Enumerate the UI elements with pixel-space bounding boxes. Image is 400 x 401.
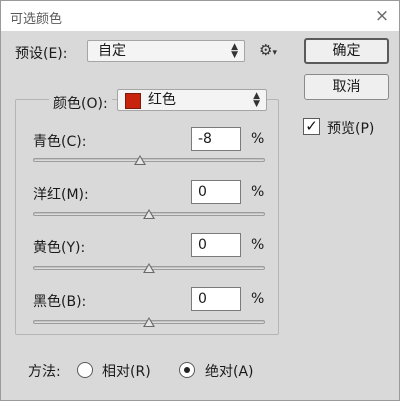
absolute-radio[interactable]: [179, 362, 195, 378]
yellow-label: 黄色(Y):: [33, 240, 86, 256]
black-label: 黑色(B):: [33, 294, 87, 310]
magenta-label: 洋红(M):: [33, 187, 89, 203]
cyan-input[interactable]: -8: [191, 127, 241, 151]
yellow-unit: %: [251, 237, 265, 253]
black-unit: %: [251, 291, 265, 307]
relative-label[interactable]: 相对(R): [102, 361, 151, 381]
preview-label[interactable]: 预览(P): [327, 118, 374, 138]
black-slider-thumb[interactable]: [143, 317, 155, 327]
yellow-input[interactable]: 0: [191, 233, 241, 257]
cyan-slider-track[interactable]: [33, 158, 265, 162]
gear-icon[interactable]: ⚙▾: [259, 41, 283, 59]
cyan-label: 青色(C):: [33, 134, 87, 150]
color-swatch: [125, 93, 141, 109]
chevron-updown-icon: ▲ ▼: [231, 42, 238, 60]
magenta-slider-thumb[interactable]: [143, 209, 155, 219]
cyan-slider-thumb[interactable]: [133, 155, 146, 165]
selective-color-dialog: 可选颜色 × 预设(E): 自定 ▲ ▼ ⚙▾ 确定 取消 ✓ 预览(P) 颜色(…: [0, 0, 400, 401]
title-bar: 可选颜色 ×: [1, 1, 399, 31]
cyan-unit: %: [251, 131, 265, 147]
magenta-unit: %: [251, 184, 265, 200]
cancel-button[interactable]: 取消: [304, 74, 389, 100]
preset-label: 预设(E):: [15, 46, 68, 62]
absolute-label[interactable]: 绝对(A): [205, 361, 254, 381]
preset-value: 自定: [98, 43, 126, 59]
close-icon[interactable]: ×: [371, 5, 393, 27]
dialog-title: 可选颜色: [10, 12, 63, 27]
preset-select[interactable]: 自定 ▲ ▼: [87, 40, 245, 62]
ok-button[interactable]: 确定: [304, 38, 389, 64]
magenta-input[interactable]: 0: [191, 180, 241, 204]
black-input[interactable]: 0: [191, 287, 241, 311]
chevron-updown-icon: ▲ ▼: [253, 91, 260, 109]
colors-label: 颜色(O):: [49, 93, 112, 113]
method-label: 方法:: [28, 364, 61, 380]
colors-value: 红色: [148, 92, 176, 108]
relative-radio[interactable]: [77, 362, 93, 378]
preview-checkbox[interactable]: ✓: [303, 118, 320, 135]
yellow-slider-thumb[interactable]: [143, 263, 155, 273]
